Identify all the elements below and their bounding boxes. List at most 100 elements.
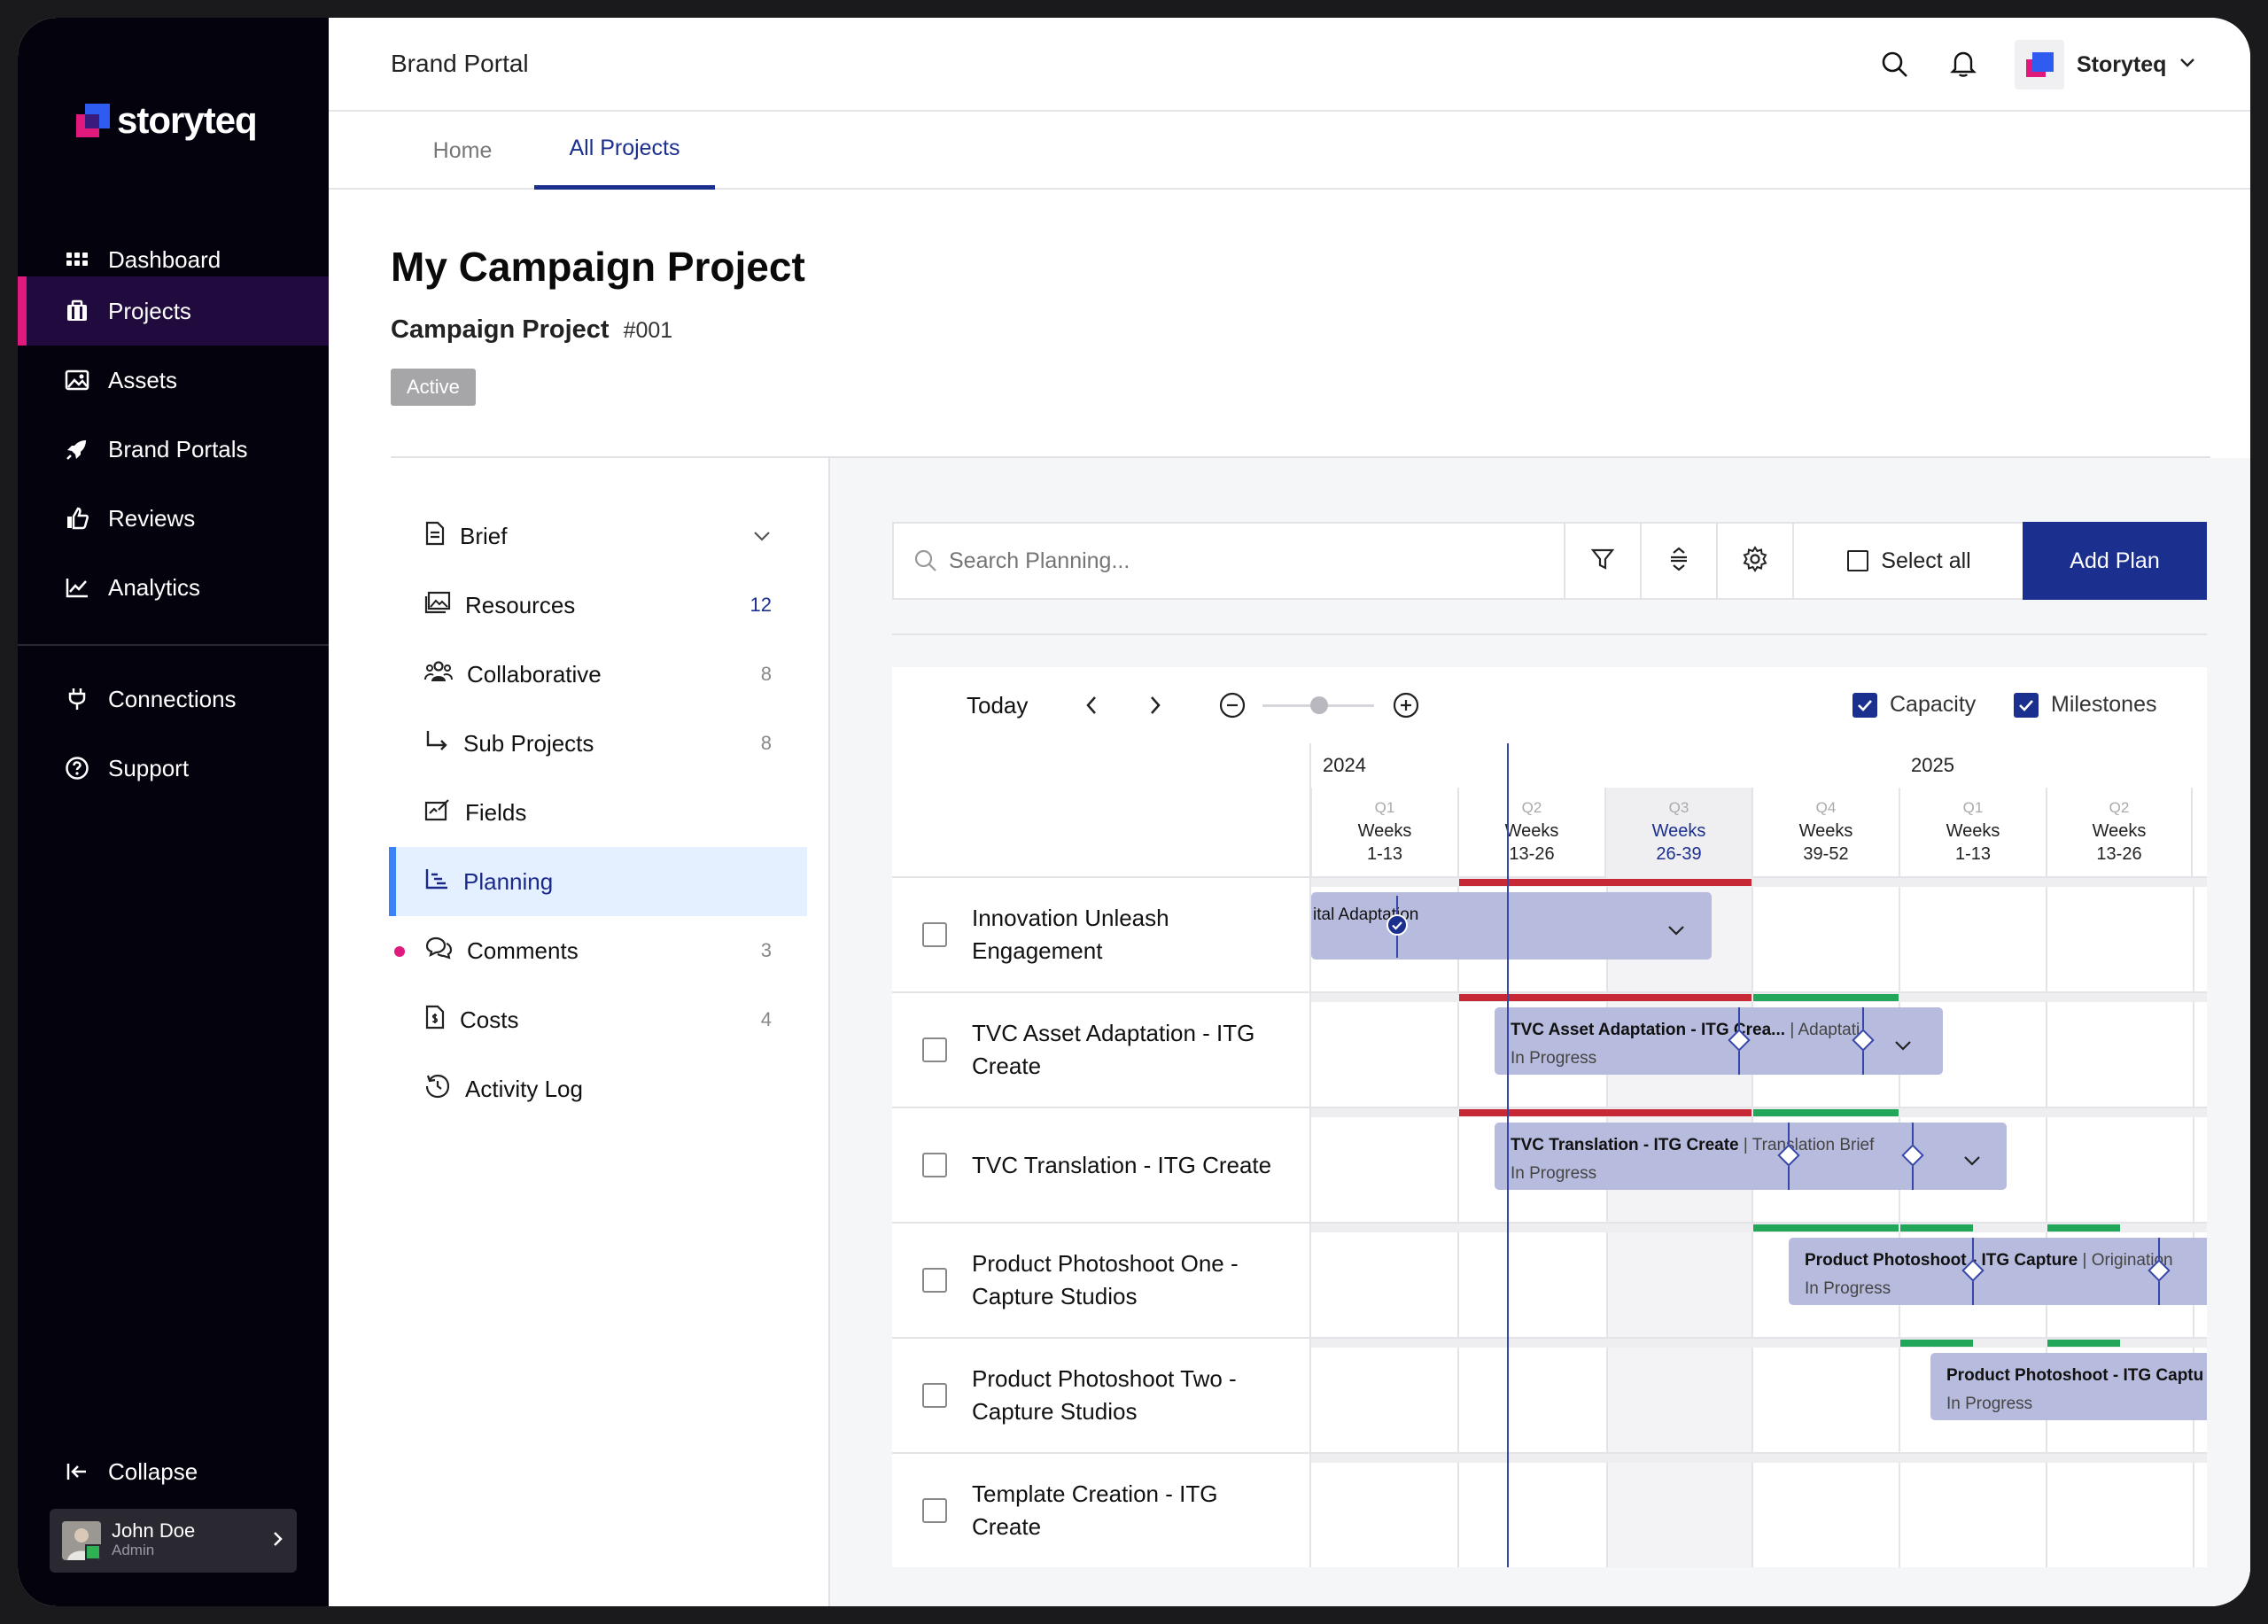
plan-bar[interactable]: Product Photoshoot - ITG Capture | Origi… [1789, 1238, 2207, 1305]
row-checkbox[interactable] [922, 1037, 947, 1062]
plan-bar[interactable]: ital Adaptation [1311, 892, 1712, 960]
row-label: Template Creation - ITG Create [972, 1480, 1218, 1540]
zoom-in-icon[interactable] [1392, 691, 1420, 724]
zoom-out-icon[interactable] [1218, 691, 1247, 724]
quarter-column: Q2 Weeks 13-26 [2046, 788, 2193, 878]
sidebar-item-reviews[interactable]: Reviews [18, 484, 329, 553]
settings-button[interactable] [1716, 524, 1792, 598]
quarter-column: Q1 Weeks 1-13 [1310, 788, 1457, 878]
filter-button[interactable] [1564, 524, 1640, 598]
account-switcher[interactable]: Storyteq [2015, 40, 2196, 89]
capacity-ok [2047, 1224, 2120, 1232]
project-id: #001 [623, 318, 673, 343]
menu-item-resources[interactable]: Resources 12 [389, 571, 807, 640]
filter-icon [1590, 547, 1615, 576]
add-plan-button[interactable]: Add Plan [2023, 522, 2207, 600]
planning-toolbar: Select all Add Plan [892, 522, 2207, 600]
row-checkbox[interactable] [922, 1268, 947, 1293]
menu-item-label: Planning [463, 867, 554, 895]
zoom-slider-handle[interactable] [1310, 696, 1328, 714]
capacity-label: Capacity [1890, 692, 1977, 717]
menu-item-fields[interactable]: Fields [389, 778, 807, 847]
menu-item-costs[interactable]: Costs 4 [389, 985, 807, 1054]
plan-bar-phase: | Translation Brief [1743, 1136, 1875, 1154]
row-label: TVC Asset Adaptation - ITG Create [972, 1020, 1255, 1079]
plan-bar-title: TVC Translation - ITG Create [1511, 1136, 1739, 1154]
edit-form-icon [424, 797, 451, 828]
select-all[interactable]: Select all [1792, 524, 2024, 598]
row-checkbox[interactable] [922, 922, 947, 947]
menu-item-activity-log[interactable]: Activity Log [389, 1054, 807, 1123]
logo[interactable]: storyteq [76, 99, 258, 142]
year-label: 2024 [1323, 754, 1366, 776]
help-icon [64, 755, 90, 781]
sidebar-item-label: Connections [108, 685, 237, 712]
milestones-toggle[interactable]: Milestones [2014, 692, 2157, 718]
quarter-column: Q1 Weeks 1-13 [1899, 788, 2046, 878]
menu-item-brief[interactable]: Brief [389, 501, 807, 571]
menu-item-collaborative[interactable]: Collaborative 8 [389, 640, 807, 709]
invoice-icon [424, 1005, 446, 1036]
sidebar-item-connections[interactable]: Connections [18, 664, 329, 734]
bell-icon[interactable] [1950, 50, 1977, 82]
plan-bar-status: In Progress [1946, 1395, 2033, 1413]
storyteq-logo-icon [76, 104, 110, 137]
sidebar-item-label: Assets [108, 366, 178, 393]
sidebar-item-analytics[interactable]: Analytics [18, 553, 329, 622]
zoom-slider[interactable] [1262, 696, 1374, 714]
menu-item-sub-projects[interactable]: Sub Projects 8 [389, 709, 807, 778]
expand-collapse-button[interactable] [1640, 524, 1716, 598]
search-icon [913, 548, 938, 578]
logo-text: storyteq [117, 99, 258, 141]
plug-icon [64, 686, 90, 712]
chevron-down-icon[interactable] [1666, 924, 1686, 941]
chevron-right-icon[interactable] [1147, 694, 1163, 721]
plan-bar[interactable]: Product Photoshoot - ITG Captu In Progre… [1930, 1353, 2207, 1420]
app-window: storyteq Dashboard Projects Assets Brand… [18, 18, 2250, 1606]
quarter-column: Q4 Weeks 39-52 [1751, 788, 1899, 878]
capacity-over [1459, 994, 1751, 1001]
chevron-left-icon[interactable] [1084, 694, 1099, 721]
timeline-header: 2024 2025 Q1 Weeks 1-13 Q2 Weeks 13-26 Q3 Wee… [892, 743, 2207, 878]
chevron-down-icon[interactable] [1893, 1039, 1913, 1056]
sidebar-item-assets[interactable]: Assets [18, 346, 329, 415]
row-checkbox[interactable] [922, 1383, 947, 1408]
row-checkbox[interactable] [922, 1153, 947, 1177]
sidebar-item-label: Analytics [108, 573, 201, 601]
tab-all-projects[interactable]: All Projects [534, 112, 715, 190]
row-checkbox[interactable] [922, 1498, 947, 1523]
collapse-button[interactable]: Collapse [18, 1437, 329, 1506]
row-label: TVC Translation - ITG Create [972, 1151, 1272, 1178]
plan-bar-status: In Progress [1511, 1049, 1597, 1068]
subdirectory-arrow-icon [424, 729, 449, 758]
capacity-toggle[interactable]: Capacity [1852, 692, 1976, 718]
capacity-ok [2047, 1340, 2120, 1347]
document-icon [424, 521, 446, 552]
comments-icon [424, 936, 453, 967]
expand-vertical-icon [1668, 546, 1689, 577]
milestones-checkbox[interactable] [2014, 692, 2039, 718]
sidebar-item-projects[interactable]: Projects [18, 276, 329, 346]
search-planning-input[interactable] [949, 524, 1560, 598]
user-menu[interactable]: John Doe Admin [50, 1509, 297, 1573]
select-all-checkbox[interactable] [1847, 550, 1869, 571]
plan-bar-title: Product Photoshoot - ITG Capture [1805, 1251, 2078, 1270]
sidebar: storyteq Dashboard Projects Assets Brand… [18, 18, 329, 1606]
toolbar-divider [892, 633, 2207, 635]
tab-home[interactable]: Home [391, 112, 534, 190]
plan-bar[interactable]: TVC Translation - ITG Create | Translati… [1495, 1123, 2007, 1190]
user-role: Admin [112, 1542, 155, 1558]
chevron-down-icon[interactable] [1962, 1154, 1982, 1171]
capacity-checkbox[interactable] [1852, 692, 1877, 718]
menu-item-planning[interactable]: Planning [389, 847, 807, 916]
menu-item-comments[interactable]: Comments 3 [389, 916, 807, 985]
today-button[interactable]: Today [967, 692, 1028, 719]
sidebar-item-support[interactable]: Support [18, 734, 329, 803]
image-icon [64, 367, 90, 393]
milestones-label: Milestones [2051, 692, 2157, 717]
milestone-complete-icon[interactable] [1386, 914, 1408, 936]
sidebar-item-brand-portals[interactable]: Brand Portals [18, 415, 329, 484]
plan-bar[interactable]: TVC Asset Adaptation - ITG Crea... | Ada… [1495, 1007, 1943, 1075]
search-icon[interactable] [1881, 51, 1909, 83]
sidebar-divider [18, 644, 329, 646]
